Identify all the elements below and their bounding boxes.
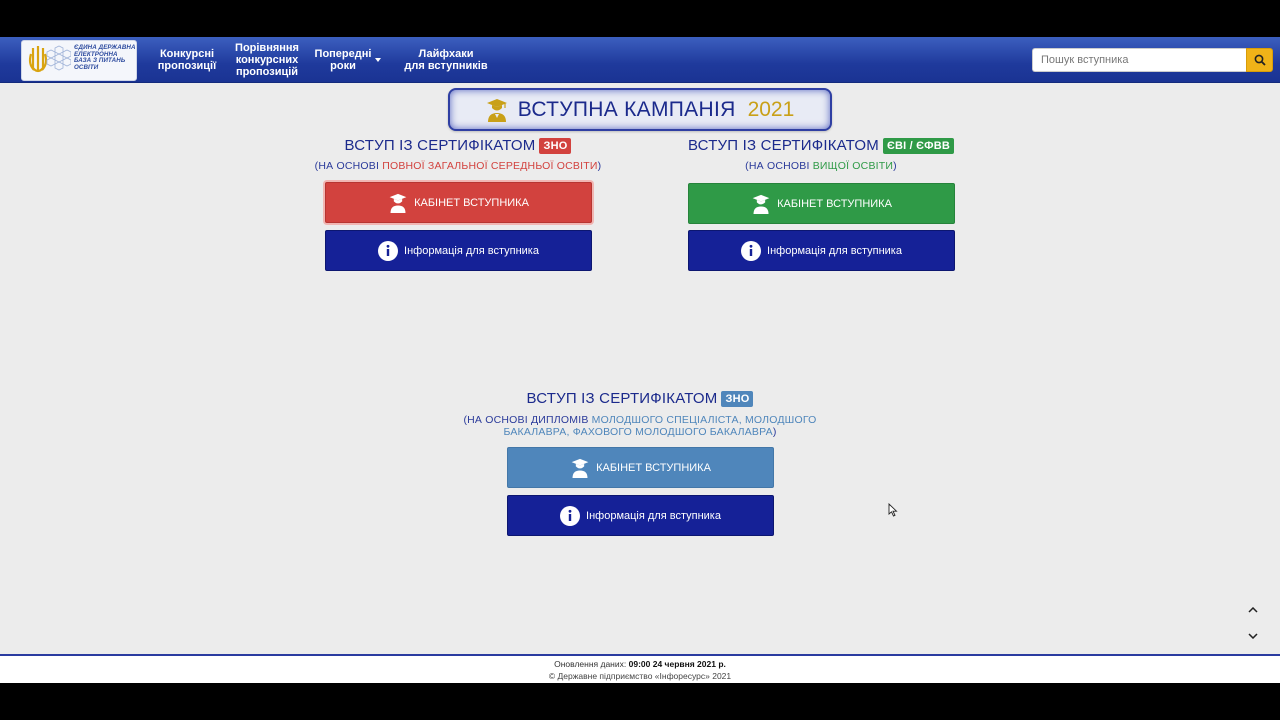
caret-down-icon xyxy=(375,58,382,62)
section-evi-heading: ВСТУП ІЗ СЕРТИФІКАТОМ ЄВІ / ЄФВВ xyxy=(652,137,990,154)
subtitle-prefix: (НА ОСНОВІ xyxy=(745,160,813,172)
subtitle-suffix: ) xyxy=(893,160,897,172)
section-junior-heading: ВСТУП ІЗ СЕРТИФІКАТОМ ЗНО xyxy=(455,390,825,407)
info-button-zno-label: Інформація для вступника xyxy=(404,244,539,257)
section-zno-heading-text: ВСТУП ІЗ СЕРТИФІКАТОМ xyxy=(344,137,536,154)
chevron-up-icon xyxy=(1248,607,1258,613)
cabinet-button-zno[interactable]: КАБІНЕТ ВСТУПНИКА xyxy=(325,182,592,223)
section-zno: ВСТУП ІЗ СЕРТИФІКАТОМ ЗНО (НА ОСНОВІ ПОВ… xyxy=(290,137,626,172)
section-evi: ВСТУП ІЗ СЕРТИФІКАТОМ ЄВІ / ЄФВВ (НА ОСН… xyxy=(652,137,990,172)
info-icon xyxy=(378,240,399,261)
section-zno-heading: ВСТУП ІЗ СЕРТИФІКАТОМ ЗНО xyxy=(290,137,626,154)
info-icon xyxy=(741,240,762,261)
nav-lifehacks[interactable]: Лайфхаки для вступників xyxy=(398,37,494,83)
info-icon xyxy=(560,505,581,526)
info-button-junior-label: Інформація для вступника xyxy=(586,509,721,522)
search-icon xyxy=(1254,54,1266,66)
scroll-down-button[interactable] xyxy=(1245,628,1261,644)
graduate-icon xyxy=(570,458,590,478)
footer-update-label: Оновлення даних: xyxy=(554,659,627,669)
footer-copyright: © Державне підприємство «Інфоресурс» 202… xyxy=(548,671,732,681)
section-zno-subtitle: (НА ОСНОВІ ПОВНОЇ ЗАГАЛЬНОЇ СЕРЕДНЬОЇ ОС… xyxy=(290,160,626,172)
trident-logo-icon xyxy=(28,45,71,73)
search-button[interactable] xyxy=(1246,48,1273,72)
section-junior-heading-text: ВСТУП ІЗ СЕРТИФІКАТОМ xyxy=(526,390,718,407)
subtitle-prefix: (НА ОСНОВІ xyxy=(314,160,383,172)
nav-previous-years[interactable]: Попередні роки xyxy=(312,37,384,83)
scroll-up-button[interactable] xyxy=(1245,602,1261,618)
campaign-year: 2021 xyxy=(747,97,795,121)
subtitle-prefix: (НА ОСНОВІ ДИПЛОМІВ xyxy=(463,414,592,426)
mouse-cursor-icon xyxy=(888,503,898,517)
nav-previous-years-label: Попередні роки xyxy=(314,48,372,72)
navbar: Єдина державна електронна база з питань … xyxy=(0,37,1280,83)
cabinet-button-zno-label: КАБІНЕТ ВСТУПНИКА xyxy=(414,196,529,209)
section-evi-subtitle: (НА ОСНОВІ ВИЩОЇ ОСВІТИ) xyxy=(652,160,990,172)
evi-badge: ЄВІ / ЄФВВ xyxy=(882,137,955,154)
subtitle-highlight: ПОВНОЇ ЗАГАЛЬНОЇ СЕРЕДНЬОЇ ОСВІТИ xyxy=(382,160,598,172)
nav-lifehacks-label: Лайфхаки для вступників xyxy=(404,48,488,72)
footer-update: Оновлення даних: 09:00 24 червня 2021 р. xyxy=(0,659,1280,669)
info-button-evi-label: Інформація для вступника xyxy=(767,244,902,257)
subtitle-highlight: ВИЩОЇ ОСВІТИ xyxy=(812,160,894,172)
campaign-title: ВСТУПНА КАМПАНІЯ xyxy=(517,97,736,121)
section-evi-heading-text: ВСТУП ІЗ СЕРТИФІКАТОМ xyxy=(687,137,879,154)
search-input[interactable] xyxy=(1032,48,1246,72)
info-button-junior[interactable]: Інформація для вступника xyxy=(507,495,774,536)
nav-competitive-offers[interactable]: Конкурсні пропозиції xyxy=(152,37,222,83)
info-button-zno[interactable]: Інформація для вступника xyxy=(325,230,592,271)
cabinet-button-evi-label: КАБІНЕТ ВСТУПНИКА xyxy=(777,197,892,210)
junior-zno-badge: ЗНО xyxy=(721,390,754,407)
footer-update-value: 09:00 24 червня 2021 р. xyxy=(628,659,726,669)
zno-badge: ЗНО xyxy=(539,137,572,154)
campaign-banner: ВСТУПНА КАМПАНІЯ 2021 xyxy=(448,88,832,131)
site-logo[interactable]: Єдина державна електронна база з питань … xyxy=(21,40,137,81)
info-button-evi[interactable]: Інформація для вступника xyxy=(688,230,955,271)
section-junior: ВСТУП ІЗ СЕРТИФІКАТОМ ЗНО (НА ОСНОВІ ДИП… xyxy=(455,390,825,438)
section-junior-subtitle: (НА ОСНОВІ ДИПЛОМІВ МОЛОДШОГО СПЕЦІАЛІСТ… xyxy=(455,414,825,438)
graduate-icon xyxy=(751,194,771,214)
footer: Оновлення даних: 09:00 24 червня 2021 р.… xyxy=(0,654,1280,683)
graduate-icon xyxy=(486,98,507,122)
subtitle-suffix: ) xyxy=(597,160,602,172)
chevron-down-icon xyxy=(1248,633,1258,639)
cabinet-button-evi[interactable]: КАБІНЕТ ВСТУПНИКА xyxy=(688,183,955,224)
cabinet-button-junior[interactable]: КАБІНЕТ ВСТУПНИКА xyxy=(507,447,774,488)
logo-text: Єдина державна електронна база з питань … xyxy=(74,44,136,71)
nav-competitive-offers-label: Конкурсні пропозиції xyxy=(157,48,217,72)
subtitle-suffix: ) xyxy=(772,426,777,438)
nav-compare-offers-label: Порівняння конкурсних пропозицій xyxy=(235,42,299,78)
page: Єдина державна електронна база з питань … xyxy=(0,37,1280,683)
cabinet-button-junior-label: КАБІНЕТ ВСТУПНИКА xyxy=(596,461,711,474)
graduate-icon xyxy=(388,193,408,213)
nav-compare-offers[interactable]: Порівняння конкурсних пропозицій xyxy=(228,37,306,83)
